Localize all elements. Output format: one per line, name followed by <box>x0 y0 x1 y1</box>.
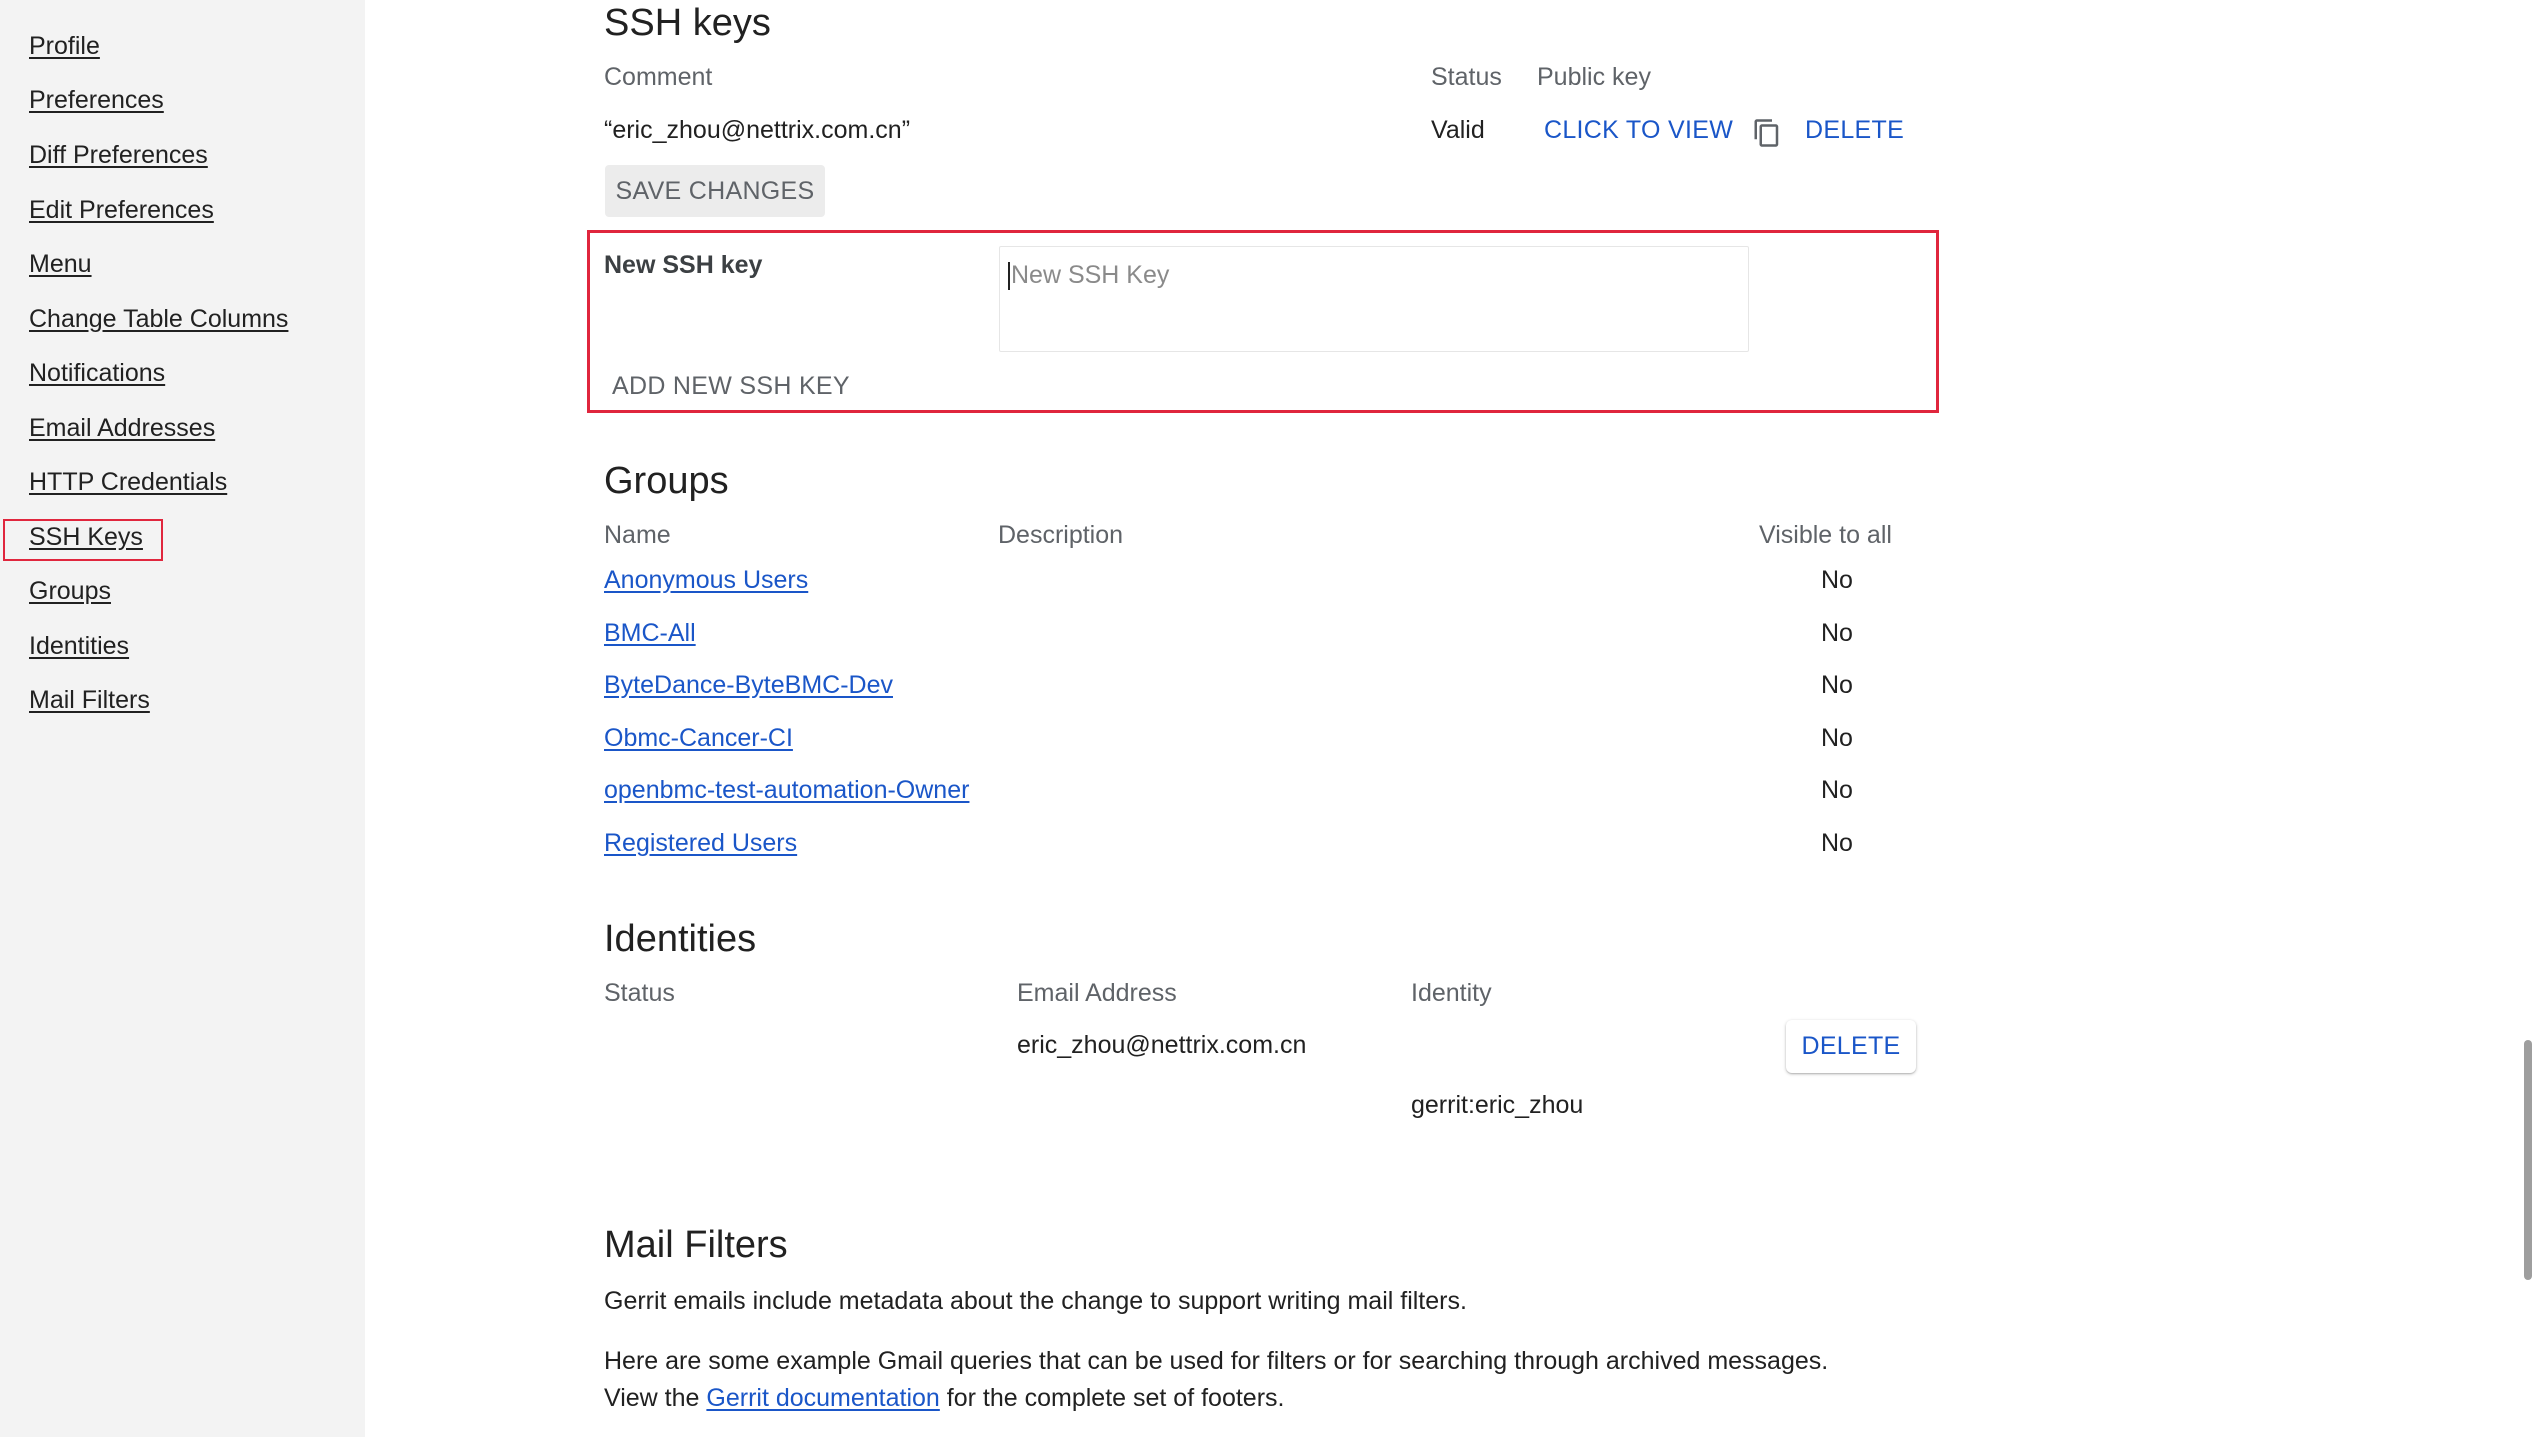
identities-email-header: Email Address <box>1017 979 1177 1007</box>
sidebar-item-ssh-keys[interactable]: SSH Keys <box>29 523 143 552</box>
ssh-key-comment: “eric_zhou@nettrix.com.cn” <box>604 116 911 144</box>
group-visible-value: No <box>1821 776 1853 804</box>
sidebar-item-identities[interactable]: Identities <box>29 632 129 661</box>
group-visible-value: No <box>1821 566 1853 594</box>
new-ssh-key-placeholder: New SSH Key <box>1011 261 1170 289</box>
save-changes-button[interactable]: SAVE CHANGES <box>605 165 825 217</box>
identities-title: Identities <box>604 918 757 960</box>
sidebar-item-profile[interactable]: Profile <box>29 32 100 61</box>
identity-delete-button[interactable]: DELETE <box>1786 1020 1916 1073</box>
sidebar-item-mail-filters[interactable]: Mail Filters <box>29 686 150 715</box>
identity-email: eric_zhou@nettrix.com.cn <box>1017 1031 1307 1059</box>
mail-filters-doc-line: View the Gerrit documentation for the co… <box>604 1384 1284 1413</box>
sidebar-item-notifications[interactable]: Notifications <box>29 359 165 388</box>
settings-page: Profile Preferences Diff Preferences Edi… <box>0 0 2532 1437</box>
ssh-keys-title: SSH keys <box>604 2 771 44</box>
sidebar-item-groups[interactable]: Groups <box>29 577 111 606</box>
mail-filters-title: Mail Filters <box>604 1224 788 1266</box>
group-link-obmc-cancer-ci[interactable]: Obmc-Cancer-CI <box>604 724 793 753</box>
doc-line-suffix: for the complete set of footers. <box>946 1384 1285 1412</box>
group-link-bmc-all[interactable]: BMC-All <box>604 619 696 648</box>
sidebar-item-menu[interactable]: Menu <box>29 250 92 279</box>
add-new-ssh-key-button[interactable]: ADD NEW SSH KEY <box>612 372 850 401</box>
group-visible-value: No <box>1821 671 1853 699</box>
groups-name-header: Name <box>604 521 671 549</box>
ssh-key-status: Valid <box>1431 116 1485 144</box>
sidebar-item-email-addresses[interactable]: Email Addresses <box>29 414 215 443</box>
text-caret <box>1008 262 1010 291</box>
new-ssh-key-input[interactable]: New SSH Key <box>999 246 1749 352</box>
group-visible-value: No <box>1821 724 1853 752</box>
ssh-key-delete-button[interactable]: DELETE <box>1805 116 1904 145</box>
mail-filters-examples-text: Here are some example Gmail queries that… <box>604 1347 1829 1375</box>
identities-identity-header: Identity <box>1411 979 1492 1007</box>
sidebar-item-diff-preferences[interactable]: Diff Preferences <box>29 141 208 170</box>
click-to-view-button[interactable]: CLICK TO VIEW <box>1544 116 1733 145</box>
settings-sidebar: Profile Preferences Diff Preferences Edi… <box>0 0 365 1437</box>
ssh-comment-header: Comment <box>604 63 713 91</box>
sidebar-item-change-table-columns[interactable]: Change Table Columns <box>29 305 288 334</box>
ssh-status-header: Status <box>1431 63 1502 91</box>
group-link-anonymous-users[interactable]: Anonymous Users <box>604 566 808 595</box>
groups-title: Groups <box>604 460 729 502</box>
new-ssh-key-label: New SSH key <box>604 251 763 279</box>
page-scrollbar[interactable] <box>2524 1040 2532 1280</box>
ssh-public-key-header: Public key <box>1537 63 1651 91</box>
gerrit-documentation-link[interactable]: Gerrit documentation <box>706 1384 939 1412</box>
group-visible-value: No <box>1821 619 1853 647</box>
sidebar-item-http-credentials[interactable]: HTTP Credentials <box>29 468 227 497</box>
groups-visible-header: Visible to all <box>1759 521 1892 549</box>
identity-value: gerrit:eric_zhou <box>1411 1091 1584 1119</box>
mail-filters-intro: Gerrit emails include metadata about the… <box>604 1287 1467 1315</box>
group-visible-value: No <box>1821 829 1853 857</box>
group-link-bytedance-bytebmc-dev[interactable]: ByteDance-ByteBMC-Dev <box>604 671 893 700</box>
identities-status-header: Status <box>604 979 675 1007</box>
sidebar-item-preferences[interactable]: Preferences <box>29 86 164 115</box>
group-link-openbmc-test-automation-owner[interactable]: openbmc-test-automation-Owner <box>604 776 969 805</box>
group-link-registered-users[interactable]: Registered Users <box>604 829 797 858</box>
groups-description-header: Description <box>998 521 1124 549</box>
copy-icon[interactable] <box>1752 117 1782 149</box>
doc-line-prefix: View the <box>604 1384 700 1412</box>
sidebar-item-edit-preferences[interactable]: Edit Preferences <box>29 196 214 225</box>
